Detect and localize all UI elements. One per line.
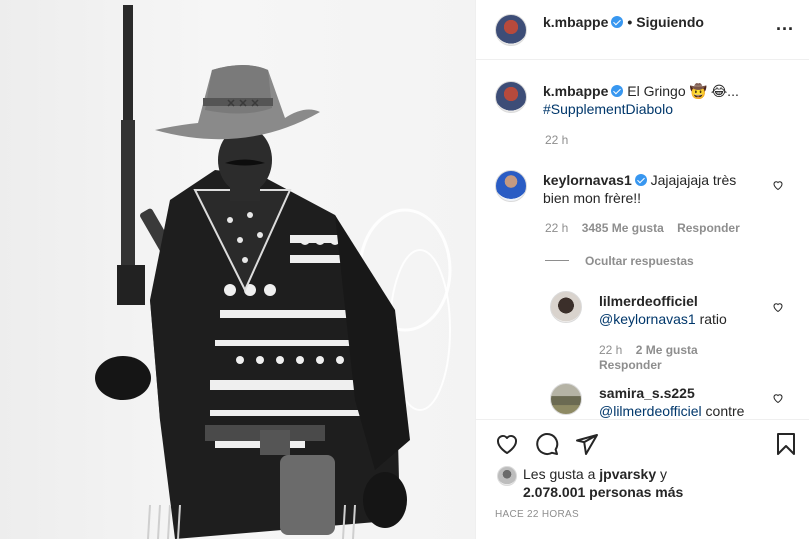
liker-username[interactable]: jpvarsky — [599, 466, 656, 482]
comment-likes[interactable]: 3485 Me gusta — [582, 221, 664, 235]
reply-avatar-samira[interactable] — [550, 383, 582, 415]
reply-avatar-lilmerde[interactable] — [550, 291, 582, 323]
comment-avatar-keylor[interactable] — [495, 170, 527, 202]
comment-like-heart-icon[interactable] — [772, 179, 784, 191]
comment-text-line2: bien mon frère!! — [543, 190, 642, 206]
reply-lilmerde: lilmerdeofficiel @keylornavas1 ratio — [599, 292, 779, 328]
comment-reply-button[interactable]: Responder — [677, 221, 740, 235]
hide-replies-button[interactable]: Ocultar respuestas — [585, 254, 694, 268]
verified-badge-icon — [634, 174, 647, 186]
reply-reply-button[interactable]: Responder — [599, 358, 662, 372]
reply-mention[interactable]: @lilmerdeofficiel — [599, 403, 702, 419]
comment-username[interactable]: keylornavas1 — [543, 172, 632, 188]
separator-dot: • — [627, 14, 633, 30]
post-photo[interactable] — [0, 0, 475, 539]
reply-text: ratio — [699, 311, 727, 327]
caption: k.mbappe El Gringo 🤠 😂... #SupplementDia… — [543, 82, 793, 118]
post-side-panel: k.mbappe • Siguiendo ... k.mbappe El Gring… — [475, 0, 809, 539]
comment-text-line1: Jajajajaja très — [650, 172, 737, 188]
liker-avatar[interactable] — [497, 466, 517, 486]
post-timestamp[interactable]: HACE 22 HORAS — [495, 509, 579, 520]
reply-like-heart-icon[interactable] — [772, 301, 784, 313]
comment-keylor: keylornavas1 Jajajajaja très bien mon fr… — [543, 171, 773, 207]
verified-badge-icon — [611, 85, 624, 97]
reply-text: contre — [705, 403, 745, 419]
comment-meta: 22 h 3485 Me gusta Responder — [545, 221, 740, 235]
reply-username[interactable]: lilmerdeofficiel — [599, 293, 698, 309]
verified-badge-icon — [611, 16, 624, 28]
replies-divider-line — [545, 260, 569, 261]
following-button[interactable]: Siguiendo — [636, 14, 704, 30]
share-icon[interactable] — [575, 432, 599, 456]
author-username[interactable]: k.mbappe — [543, 14, 608, 30]
reply-time: 22 h — [599, 343, 623, 357]
likes-suffix: y — [660, 466, 667, 482]
caption-text: El Gringo — [627, 83, 686, 99]
caption-avatar[interactable] — [495, 81, 527, 113]
reply-like-heart-icon[interactable] — [772, 392, 784, 404]
author-avatar[interactable] — [495, 14, 527, 46]
caption-time: 22 h — [545, 133, 569, 147]
likes-count[interactable]: 2.078.001 personas más — [523, 484, 683, 500]
post-actions: Les gusta a jpvarsky y 2.078.001 persona… — [476, 419, 809, 539]
reply-username[interactable]: samira_s.s225 — [599, 385, 695, 401]
caption-username[interactable]: k.mbappe — [543, 83, 608, 99]
likes-prefix: Les gusta a — [523, 466, 596, 482]
caption-hashtag[interactable]: #SupplementDiabolo — [543, 101, 673, 117]
bookmark-icon[interactable] — [774, 432, 798, 456]
more-options-icon[interactable]: ... — [776, 14, 794, 35]
reply-samira: samira_s.s225 @lilmerdeofficiel contre — [599, 384, 779, 419]
comment-icon[interactable] — [535, 432, 559, 456]
likes-summary: Les gusta a jpvarsky y 2.078.001 persona… — [523, 465, 683, 501]
reply-meta: 22 h 2 Me gusta Responder — [599, 343, 749, 373]
heart-icon[interactable] — [495, 432, 519, 456]
comment-time: 22 h — [545, 221, 569, 235]
reply-mention[interactable]: @keylornavas1 — [599, 311, 696, 327]
comments-scroll-area[interactable]: k.mbappe El Gringo 🤠 😂... #SupplementDia… — [476, 61, 809, 419]
cowboy-photo-illustration — [95, 5, 452, 539]
post-header: k.mbappe • Siguiendo ... — [476, 0, 809, 60]
caption-emoji: 🤠 😂... — [689, 83, 739, 99]
header-user-line: k.mbappe • Siguiendo — [543, 13, 704, 31]
reply-likes[interactable]: 2 Me gusta — [636, 343, 698, 357]
